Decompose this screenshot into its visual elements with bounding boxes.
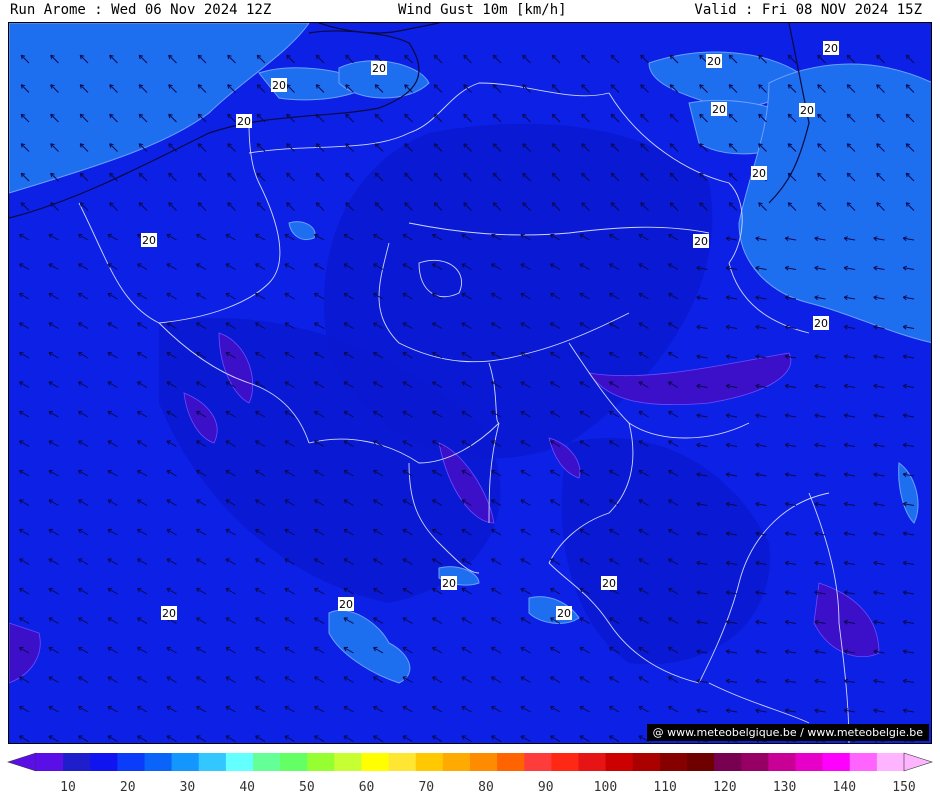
legend-tick-label: 140 xyxy=(832,780,857,795)
legend-cell xyxy=(849,753,878,771)
contour-label-text: 20 xyxy=(800,104,814,117)
legend-tick-label: 100 xyxy=(593,780,618,795)
legend-tick-label: 90 xyxy=(537,780,554,795)
legend-cell xyxy=(36,753,64,771)
contour-label: 20 xyxy=(813,316,829,330)
legend-cell xyxy=(822,753,851,771)
contour-label-text: 20 xyxy=(824,42,838,55)
contour-label: 20 xyxy=(371,61,387,75)
contour-label: 20 xyxy=(601,576,617,590)
legend-tick-label: 110 xyxy=(653,780,677,795)
legend-cell xyxy=(280,753,308,771)
contour-label: 20 xyxy=(706,54,722,68)
legend-cell xyxy=(334,753,362,771)
run-label: Run Arome : Wed 06 Nov 2024 12Z xyxy=(10,2,272,18)
legend-cell xyxy=(578,753,607,771)
legend-cell xyxy=(307,753,335,771)
legend-cell xyxy=(442,753,471,771)
legend-cell xyxy=(524,753,552,771)
legend-cell xyxy=(632,753,661,771)
legend-cell xyxy=(741,753,769,771)
wind-gust-map: 20 20 20 20 20 20 20 20 20 20 20 20 20 20 20 20 @ www.m… xyxy=(8,22,932,744)
valid-time-label: Valid : Fri 08 NOV 2024 15Z xyxy=(694,2,922,18)
contour-label: 20 xyxy=(823,41,839,55)
legend-tick-label: 30 xyxy=(179,780,196,795)
legend-cell xyxy=(415,753,444,771)
contour-label: 20 xyxy=(711,102,727,116)
contour-label-text: 20 xyxy=(372,62,386,75)
legend-cell xyxy=(876,753,905,771)
contour-label-text: 20 xyxy=(707,55,721,68)
legend-cell xyxy=(63,753,91,771)
legend-cell xyxy=(198,753,227,771)
contour-label: 20 xyxy=(338,597,354,611)
legend-tick-label: 70 xyxy=(418,780,435,795)
legend-cell xyxy=(361,753,390,771)
legend-cell xyxy=(659,753,688,771)
contour-label-text: 20 xyxy=(142,234,156,247)
legend-tick-label: 40 xyxy=(239,780,255,795)
contour-label-text: 20 xyxy=(712,103,726,116)
contour-label-text: 20 xyxy=(272,79,286,92)
contour-label-text: 20 xyxy=(814,317,828,330)
legend-cell xyxy=(795,753,824,771)
legend-cell xyxy=(714,753,742,771)
contour-label-text: 20 xyxy=(339,598,353,611)
color-legend xyxy=(7,752,933,772)
contour-label: 20 xyxy=(751,166,767,180)
legend-right-arrow xyxy=(903,752,933,772)
contour-label-text: 20 xyxy=(557,607,571,620)
legend-tick-label: 150 xyxy=(892,780,916,795)
contour-label: 20 xyxy=(799,103,815,117)
legend-cell xyxy=(90,753,118,771)
contour-label: 20 xyxy=(271,78,287,92)
contour-label-text: 20 xyxy=(694,235,708,248)
legend-left-arrow xyxy=(7,752,37,772)
contour-label: 20 xyxy=(556,606,572,620)
contour-label-text: 20 xyxy=(162,607,176,620)
legend-color-cells xyxy=(7,752,933,772)
contour-label: 20 xyxy=(236,114,252,128)
legend-cell xyxy=(117,753,145,771)
legend-tick-label: 130 xyxy=(772,780,797,795)
legend-tick-label: 120 xyxy=(713,780,737,795)
legend-cell xyxy=(225,753,254,771)
legend-cell xyxy=(768,753,796,771)
legend-cell xyxy=(171,753,200,771)
legend-tick-label: 80 xyxy=(478,780,494,795)
contour-label: 20 xyxy=(441,576,457,590)
contour-label: 20 xyxy=(141,233,157,247)
contour-label-text: 20 xyxy=(602,577,616,590)
map-title: Wind Gust 10m [km/h] xyxy=(398,2,567,18)
contour-label: 20 xyxy=(161,606,177,620)
legend-cell xyxy=(687,753,715,771)
legend-cell xyxy=(551,753,579,771)
legend-cell xyxy=(470,753,498,771)
legend-cell xyxy=(388,753,417,771)
contour-label-text: 20 xyxy=(237,115,251,128)
legend-tick-label: 50 xyxy=(299,780,315,795)
legend-cell xyxy=(497,753,525,771)
legend-tick-label: 10 xyxy=(60,780,76,795)
legend-tick-label: 20 xyxy=(119,780,136,795)
map-canvas: 20 20 20 20 20 20 20 20 20 20 20 20 20 20 20 20 xyxy=(9,23,931,743)
legend-cell xyxy=(253,753,281,771)
credit-text: @ www.meteobelgique.be / www.meteobelgie… xyxy=(646,724,929,741)
contour-label-text: 20 xyxy=(442,577,456,590)
legend-tick-label: 60 xyxy=(358,780,375,795)
legend-cell xyxy=(605,753,634,771)
legend-cell xyxy=(144,753,173,771)
contour-label: 20 xyxy=(693,234,709,248)
contour-label-text: 20 xyxy=(752,167,766,180)
